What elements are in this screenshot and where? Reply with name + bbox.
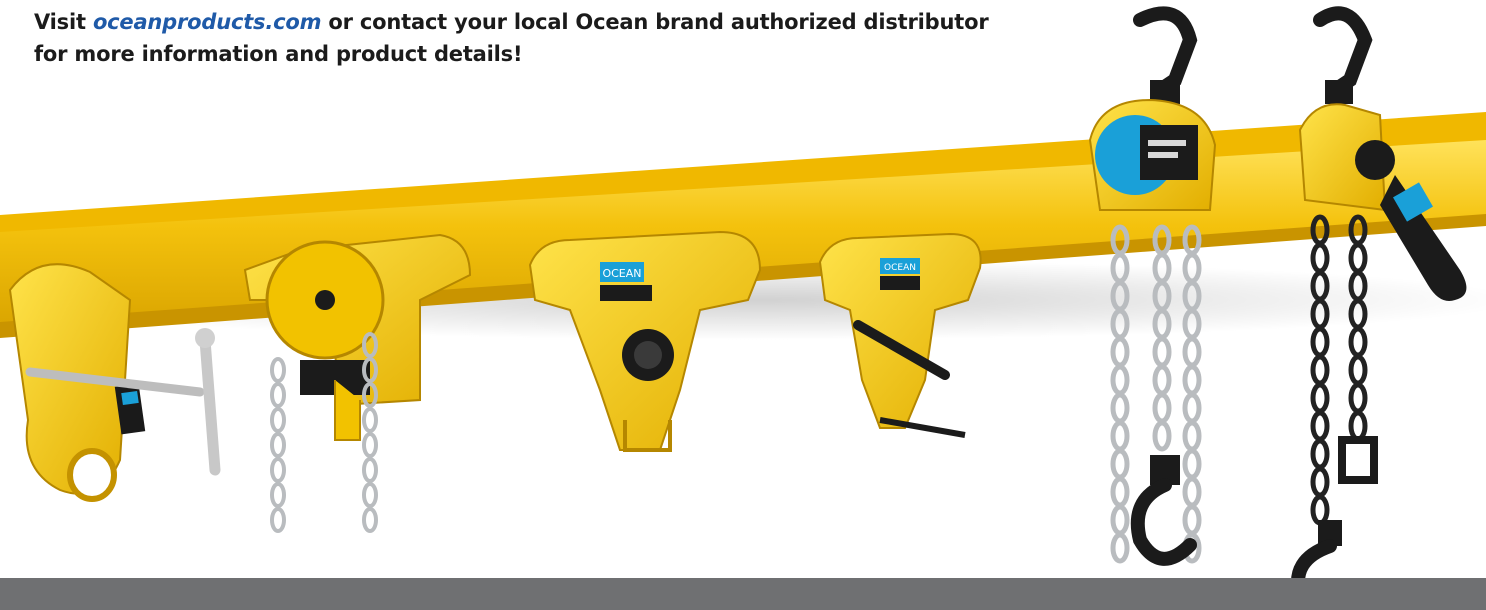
headline-line1-rest: or contact your local Ocean brand author… — [321, 10, 989, 34]
headline: Visit oceanproducts.com or contact your … — [34, 6, 1014, 70]
product-scene: OCEAN OCEAN — [0, 6, 1486, 610]
headline-prefix: Visit — [34, 10, 93, 34]
promo-banner: OCEAN OCEAN Visit oceanproducts.com or c… — [0, 0, 1486, 610]
plain-trolley-icon: OCEAN — [528, 230, 762, 452]
headline-line2: for more information and product details… — [34, 42, 523, 66]
i-beam — [0, 112, 1486, 340]
label-text: OCEAN — [884, 263, 916, 273]
label-text: OCEAN — [602, 267, 641, 280]
website-link[interactable]: oceanproducts.com — [93, 10, 322, 34]
footer-band — [0, 578, 1486, 610]
geared-trolley-icon — [243, 233, 472, 533]
